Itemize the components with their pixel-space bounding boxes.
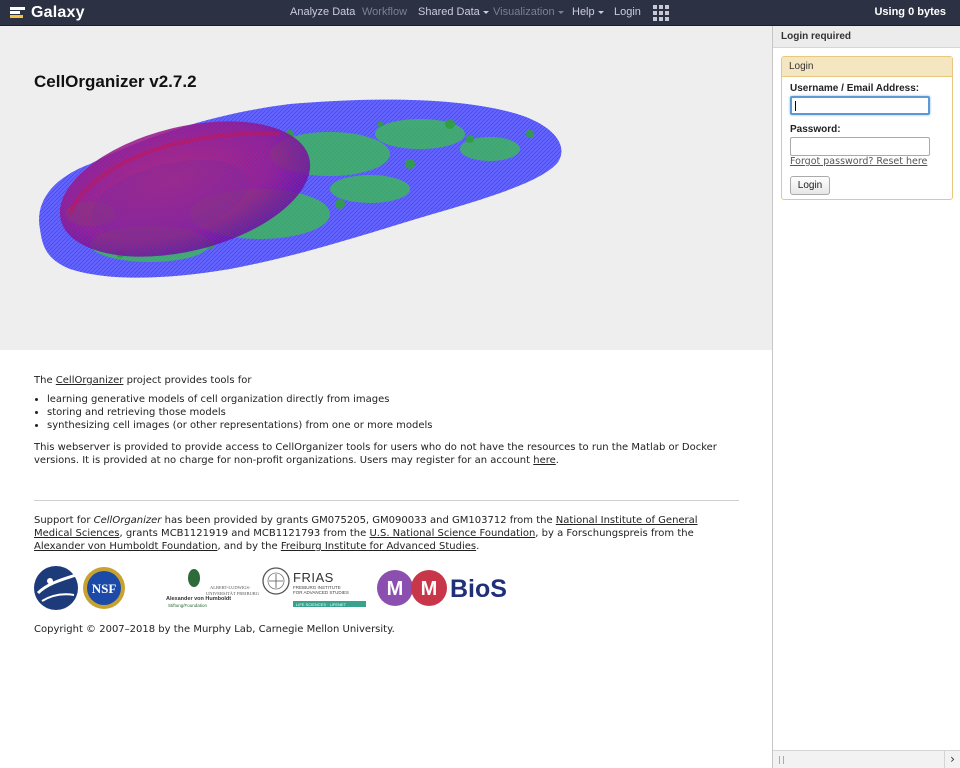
access-text: This webserver is provided to provide ac…	[34, 442, 717, 466]
support-text: , by a Forschungspreis from the	[535, 528, 694, 539]
access-paragraph: This webserver is provided to provide ac…	[34, 441, 739, 467]
nsf-link[interactable]: U.S. National Science Foundation	[369, 528, 535, 539]
masthead: Galaxy Analyze Data Workflow Shared Data…	[0, 0, 960, 26]
humboldt-link[interactable]: Alexander von Humboldt Foundation	[34, 541, 217, 552]
nav-help-label: Help	[572, 6, 595, 18]
mmbios-logo: M M BioS	[377, 570, 507, 606]
albert-line2: UNIVERSITÄT FREIBURG	[206, 591, 260, 596]
apps-grid-icon[interactable]	[653, 5, 669, 21]
nav-shared-data[interactable]: Shared Data	[418, 6, 489, 18]
list-item: synthesizing cell images (or other repre…	[47, 419, 739, 432]
humboldt-name: Alexander von Humboldt	[166, 596, 231, 602]
password-input[interactable]	[790, 137, 930, 156]
nav-help[interactable]: Help	[572, 6, 604, 18]
nsf-logo: NSF	[83, 567, 125, 609]
chevron-down-icon	[597, 10, 604, 14]
username-label: Username / Email Address:	[790, 83, 920, 94]
sponsor-logos: NSF Alexander von Humboldt Stiftung/Foun…	[34, 566, 507, 610]
nigms-logo	[34, 566, 78, 610]
login-button[interactable]: Login	[790, 176, 830, 195]
cellorganizer-link[interactable]: CellOrganizer	[56, 375, 124, 386]
support-text: has been provided by grants GM075205, GM…	[161, 515, 556, 526]
login-form-title: Login	[782, 57, 952, 77]
register-link[interactable]: here	[533, 455, 556, 466]
main-nav: Analyze Data Workflow Shared Data Visual…	[0, 0, 960, 26]
right-panel-footer: ›	[773, 750, 960, 768]
chevron-down-icon	[557, 10, 564, 14]
quota-meter[interactable]: Using 0 bytes	[874, 6, 946, 18]
mmbios-text: BioS	[450, 575, 507, 603]
intro-text: project provides tools for	[123, 375, 252, 386]
center-panel: CellOrganizer v2.7.2 The CellOrganizer p…	[0, 26, 772, 768]
frias-title: FRIAS	[293, 570, 334, 585]
nav-visualization-label: Visualization	[493, 6, 555, 18]
nav-shared-data-label: Shared Data	[418, 6, 480, 18]
support-text: .	[476, 541, 480, 552]
drag-handle-icon[interactable]	[779, 756, 784, 764]
right-panel-header: Login required	[773, 26, 960, 48]
humboldt-sub: Stiftung/Foundation	[168, 603, 208, 608]
frias-logo: FRIAS FREIBURG INSTITUTE FOR ADVANCED ST…	[293, 570, 366, 607]
mmbios-m1: M	[387, 578, 404, 600]
cell-3d-render-image	[39, 99, 562, 278]
support-text: CellOrganizer	[93, 515, 162, 526]
forgot-password-link[interactable]: Forgot password? Reset here	[790, 156, 927, 167]
nav-visualization[interactable]: Visualization	[493, 6, 564, 18]
right-panel: Login required Login Username / Email Ad…	[772, 26, 960, 768]
hero-banner: CellOrganizer v2.7.2	[0, 26, 772, 350]
mmbios-m2: M	[421, 578, 438, 600]
nav-login[interactable]: Login	[614, 6, 641, 18]
chevron-right-icon[interactable]: ›	[944, 751, 960, 768]
support-paragraph: Support for CellOrganizer has been provi…	[34, 514, 739, 553]
text-cursor	[795, 101, 796, 111]
frias-sub2: FOR ADVANCED STUDIES	[293, 590, 349, 595]
frias-band: LIFE SCIENCES · LIFENET	[296, 602, 347, 607]
copyright-text: Copyright © 2007–2018 by the Murphy Lab,…	[34, 624, 395, 635]
albert-line1: ALBERT-LUDWIGS-	[210, 585, 251, 590]
intro-section: The CellOrganizer project provides tools…	[34, 374, 739, 467]
access-text: .	[555, 455, 559, 466]
support-text: , grants MCB1121919 and MCB1121793 from …	[119, 528, 370, 539]
list-item: storing and retrieving those models	[47, 406, 739, 419]
username-input[interactable]	[790, 96, 930, 115]
frias-link[interactable]: Freiburg Institute for Advanced Studies	[281, 541, 476, 552]
nsf-logo-text: NSF	[92, 581, 117, 596]
support-text: Support for	[34, 515, 94, 526]
page-title: CellOrganizer v2.7.2	[34, 72, 197, 91]
chevron-down-icon	[482, 10, 489, 14]
intro-text: The	[34, 375, 56, 386]
support-text: , and by the	[217, 541, 281, 552]
nav-analyze-data[interactable]: Analyze Data	[290, 6, 355, 18]
freiburg-university-logo: ALBERT-LUDWIGS- UNIVERSITÄT FREIBURG	[206, 567, 290, 596]
login-form: Login Username / Email Address: Password…	[781, 56, 953, 200]
divider	[34, 500, 739, 501]
password-label: Password:	[790, 124, 841, 135]
nav-workflow[interactable]: Workflow	[362, 6, 407, 18]
list-item: learning generative models of cell organ…	[47, 393, 739, 406]
intro-lead: The CellOrganizer project provides tools…	[34, 374, 739, 387]
feature-list: learning generative models of cell organ…	[47, 393, 739, 432]
